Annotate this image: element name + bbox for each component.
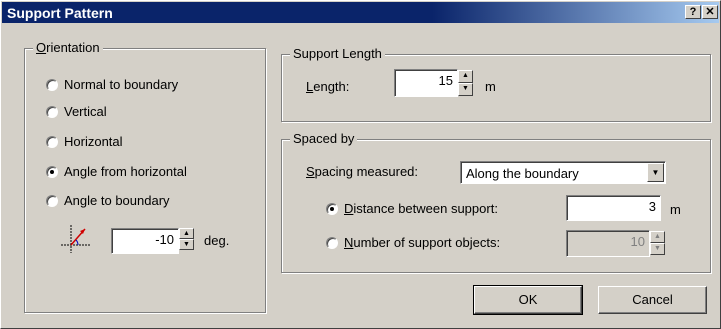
- support-pattern-dialog: Support Pattern ? ✕ Orientation Normal t…: [0, 0, 721, 329]
- radio-distance-between-support[interactable]: Distance between support:: [326, 201, 498, 216]
- distance-unit: m: [670, 202, 681, 217]
- radio-button[interactable]: [46, 78, 58, 91]
- spacing-measured-value: Along the boundary: [466, 166, 579, 181]
- spin-down-icon[interactable]: ▼: [650, 243, 665, 255]
- dropdown-arrow-icon[interactable]: ▼: [647, 163, 664, 182]
- radio-horizontal[interactable]: Horizontal: [46, 134, 123, 149]
- radio-button-selected[interactable]: [46, 165, 58, 178]
- radio-label: Normal to boundary: [64, 77, 179, 92]
- radio-angle-from-horizontal[interactable]: Angle from horizontal: [46, 164, 187, 179]
- support-length-legend: Support Length: [290, 46, 385, 61]
- close-button[interactable]: ✕: [702, 5, 718, 19]
- radio-label: Distance between support:: [344, 201, 498, 216]
- radio-normal-to-boundary[interactable]: Normal to boundary: [46, 77, 178, 92]
- angle-spinner[interactable]: ▲ ▼: [179, 228, 194, 250]
- radio-label: Number of support objects:: [344, 235, 501, 250]
- title-bar: Support Pattern ? ✕: [2, 2, 719, 23]
- spin-up-icon[interactable]: ▲: [179, 228, 194, 239]
- spacing-measured-select[interactable]: Along the boundary ▼: [460, 161, 666, 184]
- ok-button[interactable]: OK: [473, 285, 583, 315]
- number-of-supports-input[interactable]: 10: [566, 230, 650, 257]
- length-spinner[interactable]: ▲ ▼: [458, 70, 473, 96]
- radio-label: Angle to boundary: [64, 193, 170, 208]
- radio-label: Vertical: [64, 104, 107, 119]
- radio-button[interactable]: [46, 135, 58, 148]
- radio-number-of-support-objects[interactable]: Number of support objects:: [326, 235, 500, 250]
- spin-down-icon[interactable]: ▼: [179, 239, 194, 250]
- spin-down-icon[interactable]: ▼: [458, 83, 473, 96]
- spin-up-icon[interactable]: ▲: [650, 231, 665, 243]
- window-title: Support Pattern: [7, 5, 113, 21]
- radio-vertical[interactable]: Vertical: [46, 104, 107, 119]
- radio-button[interactable]: [326, 236, 338, 249]
- length-unit: m: [485, 79, 496, 94]
- radio-label: Horizontal: [64, 134, 123, 149]
- angle-diagram-icon: [61, 225, 91, 253]
- spin-up-icon[interactable]: ▲: [458, 70, 473, 83]
- length-label: Length:: [306, 79, 350, 94]
- number-spinner[interactable]: ▲ ▼: [650, 231, 665, 255]
- radio-label: Angle from horizontal: [64, 164, 187, 179]
- angle-input[interactable]: -10: [111, 228, 179, 254]
- cancel-button[interactable]: Cancel: [598, 286, 707, 314]
- distance-input[interactable]: 3: [566, 195, 661, 221]
- radio-button[interactable]: [46, 194, 58, 207]
- spacing-measured-label: Spacing measured:: [306, 164, 419, 179]
- help-button[interactable]: ?: [685, 5, 701, 19]
- radio-button-selected[interactable]: [326, 202, 338, 215]
- angle-unit: deg.: [204, 233, 230, 248]
- length-input[interactable]: 15: [394, 69, 458, 97]
- orientation-legend: Orientation: [33, 40, 103, 55]
- spaced-by-legend: Spaced by: [290, 131, 358, 146]
- radio-button[interactable]: [46, 105, 58, 118]
- radio-angle-to-boundary[interactable]: Angle to boundary: [46, 193, 170, 208]
